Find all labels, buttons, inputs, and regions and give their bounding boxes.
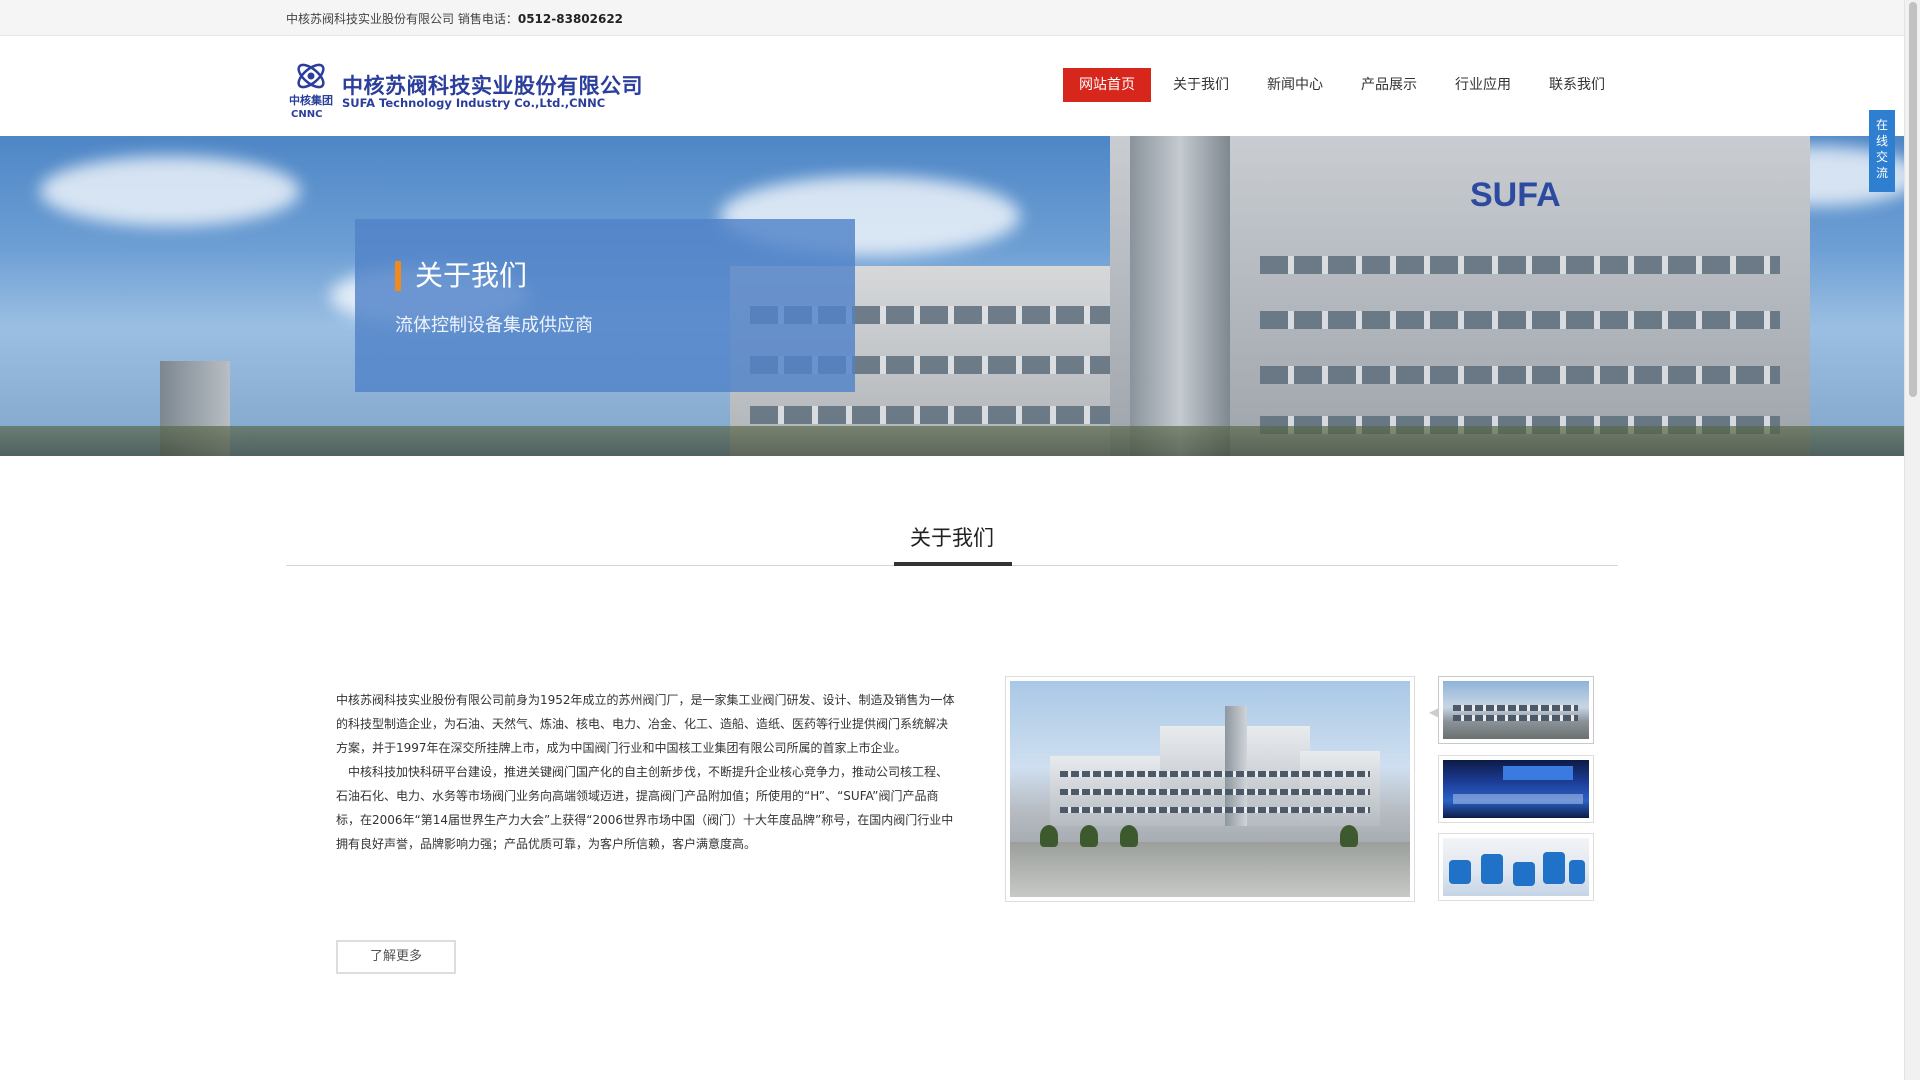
- online-chat-button[interactable]: 在 线 交 流: [1869, 110, 1895, 192]
- logo-name-en: SUFA Technology Industry Co.,Ltd.,CNNC: [342, 96, 606, 110]
- building-sign: SUFA: [1470, 176, 1561, 214]
- thumb-pointer-icon: ◀: [1429, 705, 1439, 719]
- thumbnail-valves[interactable]: [1438, 833, 1594, 901]
- thumbnail-building[interactable]: [1438, 676, 1594, 744]
- scrollbar-thumb[interactable]: [1909, 2, 1917, 397]
- banner-subtitle: 流体控制设备集成供应商: [395, 315, 593, 336]
- thumbnail-image: [1443, 760, 1589, 818]
- valve-icon: [1449, 860, 1471, 884]
- thumbnail-exhibition[interactable]: [1438, 755, 1594, 823]
- thumbnail-image: [1443, 681, 1589, 739]
- nav-item-home[interactable]: 网站首页: [1063, 68, 1151, 102]
- photo-window-row: [1060, 789, 1370, 795]
- thumb-window-row: [1453, 705, 1578, 711]
- header: 中核集团 CNNC 中核苏阀科技实业股份有限公司 SUFA Technology…: [0, 36, 1904, 136]
- logo-group-cn: 中核集团: [289, 93, 333, 107]
- banner-ground: [0, 426, 1904, 456]
- chat-char: 流: [1875, 166, 1888, 180]
- page: 中核苏阀科技实业股份有限公司 销售电话：0512-83802622 中核集团 C…: [0, 0, 1904, 1080]
- nav-item-contact[interactable]: 联系我们: [1533, 68, 1621, 102]
- main-photo: [1005, 676, 1415, 902]
- topbar-phone-label: 销售电话：: [457, 12, 518, 26]
- nav-item-products[interactable]: 产品展示: [1345, 68, 1433, 102]
- vertical-scrollbar[interactable]: [1904, 0, 1920, 1080]
- cnnc-logo-icon: 中核集团 CNNC: [287, 56, 335, 120]
- window-row: [1260, 366, 1780, 384]
- photo-window-row: [1060, 771, 1370, 777]
- photo-tree: [1040, 825, 1058, 847]
- photo-tree: [1080, 825, 1098, 847]
- chat-char: 线: [1875, 134, 1888, 148]
- nav-item-news[interactable]: 新闻中心: [1251, 68, 1339, 102]
- topbar-phone: 0512-83802622: [517, 12, 624, 26]
- about-paragraph: 中核科技加快科研平台建设，推进关键阀门国产化的自主创新步伐，不断提升企业核心竞争…: [336, 765, 954, 851]
- window-row: [750, 406, 1130, 424]
- chat-char: 在: [1875, 118, 1888, 132]
- topbar-company: 中核苏阀科技实业股份有限公司: [286, 12, 455, 26]
- cloud-shape: [40, 156, 300, 226]
- building-tower: [1130, 136, 1230, 456]
- thumbnail-image: [1443, 838, 1589, 896]
- banner-title: 关于我们: [395, 261, 527, 291]
- window-row: [1260, 256, 1780, 274]
- logo-group-en: CNNC: [291, 109, 322, 120]
- banner-caption-box: 关于我们 流体控制设备集成供应商: [355, 219, 855, 392]
- thumb-window-row: [1453, 715, 1578, 721]
- topbar-info: 中核苏阀科技实业股份有限公司 销售电话：0512-83802622: [286, 10, 623, 27]
- booth-counter: [1453, 794, 1583, 804]
- about-description: 中核苏阀科技实业股份有限公司前身为1952年成立的苏州阀门厂，是一家集工业阀门研…: [336, 688, 956, 856]
- section-title: 关于我们: [910, 526, 994, 550]
- top-bar: 中核苏阀科技实业股份有限公司 销售电话：0512-83802622: [0, 0, 1904, 36]
- photo-window-row: [1060, 807, 1370, 813]
- booth-sign: [1503, 766, 1573, 780]
- photo-ground: [1010, 842, 1410, 897]
- chat-char: 交: [1875, 150, 1888, 164]
- photo-tree: [1340, 825, 1358, 847]
- valve-icon: [1543, 852, 1565, 884]
- section-title-underline: [894, 562, 1012, 566]
- valve-icon: [1481, 854, 1503, 884]
- main-nav: 网站首页 关于我们 新闻中心 产品展示 行业应用 联系我们: [1063, 68, 1627, 102]
- nav-item-about[interactable]: 关于我们: [1157, 68, 1245, 102]
- company-logo[interactable]: 中核集团 CNNC 中核苏阀科技实业股份有限公司 SUFA Technology…: [287, 56, 643, 122]
- learn-more-button[interactable]: 了解更多: [336, 940, 456, 974]
- hero-banner: SUFA 关于我们 流体控制设备集成供应商: [0, 136, 1904, 456]
- company-building-photo: [1010, 681, 1410, 897]
- valve-icon: [1513, 862, 1535, 886]
- about-paragraph: 中核苏阀科技实业股份有限公司前身为1952年成立的苏州阀门厂，是一家集工业阀门研…: [336, 693, 955, 755]
- nav-item-industry[interactable]: 行业应用: [1439, 68, 1527, 102]
- window-row: [1260, 311, 1780, 329]
- photo-tree: [1120, 825, 1138, 847]
- valve-icon: [1569, 860, 1585, 884]
